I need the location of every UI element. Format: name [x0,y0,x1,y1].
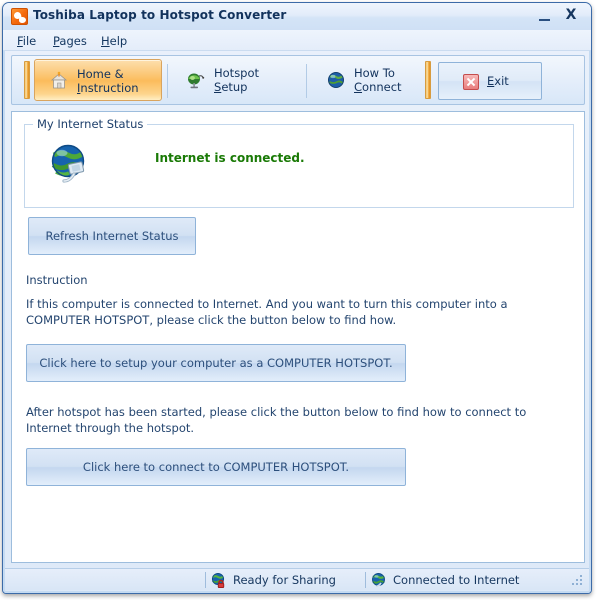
toshiba-app-icon [11,8,28,25]
status-bar-divider-2 [365,572,366,588]
house-icon [49,71,69,91]
toolbar-divider-2 [306,64,307,98]
status-bar-divider-1 [205,572,206,588]
status-internet-label: Connected to Internet [393,573,520,587]
toolbar: Home & Instruction Hotspot Setup How To … [11,55,585,105]
menu-pages[interactable]: Pages [47,33,93,49]
main-content-panel: My Internet Status Internet is connected… [11,111,585,563]
globe-icon [371,572,387,588]
satellite-dish-icon [186,70,206,90]
status-sharing-label: Ready for Sharing [233,573,336,587]
tab-home-line1: Home & [77,67,124,81]
status-internet-panel: Connected to Internet [371,569,519,591]
setup-hotspot-button[interactable]: Click here to setup your computer as a C… [26,344,406,382]
tab-howto-label: How To Connect [354,66,402,94]
menu-file[interactable]: File [11,33,42,49]
close-icon: X [565,7,577,23]
tab-how-to-connect[interactable]: How To Connect [312,59,442,101]
status-bar: Ready for Sharing Connected to Internet [5,568,589,590]
internet-status-groupbox-title: My Internet Status [33,117,148,131]
close-x-icon [463,74,479,90]
status-sharing-panel: Ready for Sharing [211,569,336,591]
close-button[interactable]: X [561,7,581,25]
globe-icon [326,70,346,90]
resize-grip[interactable] [570,573,584,587]
minimize-button[interactable] [535,7,555,25]
tab-hotspot-setup[interactable]: Hotspot Setup [172,59,302,101]
exit-button-label: Exit [487,74,509,88]
window-title: Toshiba Laptop to Hotspot Converter [33,8,287,22]
instruction-paragraph-1: If this computer is connected to Interne… [26,297,508,327]
menu-help[interactable]: Help [95,33,133,49]
toolbar-separator-left [24,61,30,99]
globe-network-plug-icon [47,141,95,189]
tab-home-label: Home & Instruction [77,67,139,95]
instruction-heading: Instruction [26,273,88,287]
connect-hotspot-button[interactable]: Click here to connect to COMPUTER HOTSPO… [26,448,406,486]
tab-hotspot-label: Hotspot Setup [214,66,260,94]
internet-status-groupbox: My Internet Status Internet is connected… [24,117,574,208]
instruction-paragraph-2: After hotspot has been started, please c… [26,405,527,435]
minimize-icon [539,19,550,21]
refresh-internet-status-button[interactable]: Refresh Internet Status [28,217,196,255]
internet-status-text: Internet is connected. [155,151,305,165]
application-window: Toshiba Laptop to Hotspot Converter X Fi… [2,2,592,594]
tab-hotspot-line1: Hotspot [214,66,260,80]
title-bar[interactable]: Toshiba Laptop to Hotspot Converter X [3,3,591,30]
exit-button[interactable]: Exit [438,62,542,100]
toolbar-divider-1 [167,64,168,98]
tab-home-instruction[interactable]: Home & Instruction [34,59,162,101]
menu-bar: File Pages Help [3,30,591,51]
tab-howto-line1: How To [354,66,395,80]
globe-lock-icon [211,572,227,588]
